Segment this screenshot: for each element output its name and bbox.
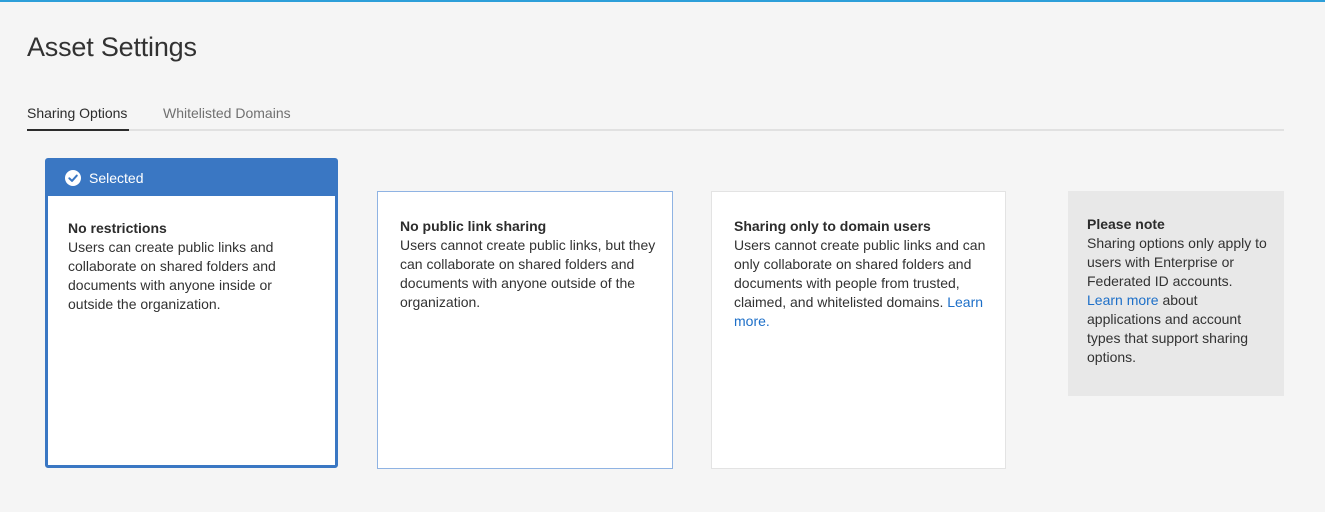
option-content: Sharing only to domain users Users canno… — [734, 217, 994, 331]
note-text: Sharing options only apply to users with… — [1087, 235, 1267, 289]
top-accent-rule — [0, 0, 1325, 2]
note-panel: Please note Sharing options only apply t… — [1068, 191, 1284, 396]
tab-bar: Sharing Options Whitelisted Domains — [27, 98, 1284, 131]
option-title: No restrictions — [68, 220, 167, 236]
option-card-no-restrictions[interactable]: Selected No restrictions Users can creat… — [45, 158, 338, 468]
option-description: Users can create public links and collab… — [68, 239, 276, 312]
option-description: Users cannot create public links, but th… — [400, 237, 656, 310]
page-title: Asset Settings — [27, 32, 197, 62]
selected-banner: Selected — [48, 161, 335, 196]
note-title: Please note — [1087, 216, 1165, 232]
tab-sharing-options[interactable]: Sharing Options — [27, 105, 127, 121]
selected-label: Selected — [89, 170, 144, 186]
tab-whitelisted-domains[interactable]: Whitelisted Domains — [163, 105, 291, 121]
option-card-domain-users-only[interactable]: Sharing only to domain users Users canno… — [711, 191, 1006, 469]
option-content: No restrictions Users can create public … — [68, 219, 318, 314]
note-learn-more-link[interactable]: Learn more — [1087, 292, 1159, 308]
option-title: Sharing only to domain users — [734, 218, 931, 234]
option-title: No public link sharing — [400, 218, 547, 234]
active-tab-indicator — [27, 129, 129, 131]
checkmark-circle-icon — [65, 170, 81, 186]
note-content: Please note Sharing options only apply t… — [1087, 215, 1272, 367]
option-card-no-public-link-sharing[interactable]: No public link sharing Users cannot crea… — [377, 191, 673, 469]
option-content: No public link sharing Users cannot crea… — [400, 217, 660, 312]
